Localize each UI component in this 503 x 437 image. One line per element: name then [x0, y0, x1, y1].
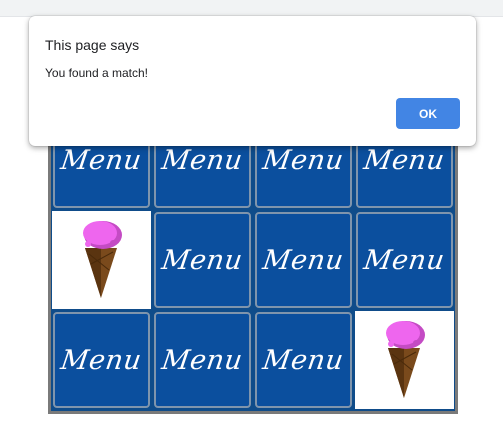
card-r1-c0-revealed[interactable] — [51, 210, 152, 310]
card-label: Menu — [261, 344, 346, 376]
ice-cream-cone-icon — [82, 221, 122, 298]
card-label: Menu — [261, 244, 346, 276]
card-r1-c2[interactable]: Menu — [255, 212, 352, 308]
card-r1-c3[interactable]: Menu — [356, 212, 453, 308]
card-label: Menu — [261, 144, 346, 176]
card-label: Menu — [362, 244, 447, 276]
card-r2-c2[interactable]: Menu — [255, 312, 352, 408]
card-r2-c0[interactable]: Menu — [53, 312, 150, 408]
card-r1-c1[interactable]: Menu — [154, 212, 251, 308]
card-label: Menu — [160, 144, 245, 176]
memory-game-board: Menu Menu Menu Menu Menu Menu Menu Menu — [48, 107, 458, 414]
card-label: Menu — [160, 244, 245, 276]
ok-button[interactable]: OK — [396, 98, 460, 129]
card-r2-c1[interactable]: Menu — [154, 312, 251, 408]
card-label: Menu — [59, 144, 144, 176]
alert-dialog: This page says You found a match! OK — [29, 16, 476, 146]
card-r2-c3-revealed[interactable] — [354, 310, 455, 410]
dialog-title: This page says — [45, 37, 140, 53]
browser-toolbar — [0, 0, 503, 17]
card-label: Menu — [362, 144, 447, 176]
card-label: Menu — [59, 344, 144, 376]
card-label: Menu — [160, 344, 245, 376]
ice-cream-cone-icon — [385, 321, 425, 398]
dialog-message: You found a match! — [45, 66, 148, 80]
